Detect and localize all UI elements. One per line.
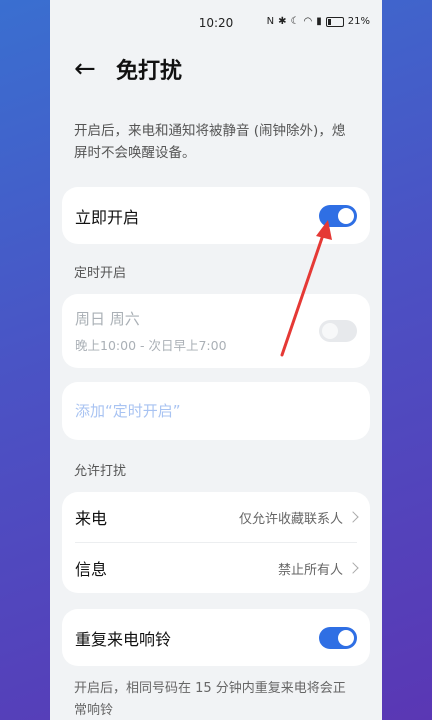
phone-screen: 10:20 N ✱ ☾ ◠ ▮ 21% ← 免打扰 开启后，来电和通知将被静音 … [50,0,382,720]
schedule-time: 晚上10:00 - 次日早上7:00 [75,338,227,353]
messages-value: 禁止所有人 [277,562,343,578]
repeat-toggle[interactable] [319,626,357,649]
bluetooth-icon: ✱ [278,16,287,27]
calls-value-wrap: 仅允许收藏联系人 [238,508,359,527]
back-arrow-icon[interactable]: ← [74,56,114,82]
chevron-right-icon [347,562,359,574]
allow-card: 来电 仅允许收藏联系人 信息 禁止所有人 [62,492,370,593]
calls-row[interactable]: 来电 仅允许收藏联系人 [62,492,370,542]
repeat-note: 开启后，相同号码在 15 分钟内重复来电将会正常响铃 [74,681,346,718]
chevron-right-icon [347,511,359,523]
add-schedule-card: 添加“定时开启” [62,382,370,440]
dnd-description: 开启后，来电和通知将被静音 (闹钟除外)，熄屏时不会唤醒设备。 [74,123,346,161]
nfc-icon: N [266,16,275,27]
allow-section-title: 允许打扰 [74,464,127,479]
immediate-label: 立即开启 [75,207,140,227]
moon-icon: ☾ [290,16,300,27]
schedule-text: 周日 周六 晚上10:00 - 次日早上7:00 [75,308,227,354]
schedule-toggle[interactable] [319,320,357,342]
battery-percent: 21% [347,16,370,27]
battery-icon [325,16,344,27]
schedule-section-title: 定时开启 [74,266,127,281]
repeat-label: 重复来电响铃 [75,629,172,649]
immediate-card: 立即开启 [62,187,370,244]
messages-row[interactable]: 信息 禁止所有人 [62,543,370,593]
status-bar: 10:20 N ✱ ☾ ◠ ▮ 21% [50,0,382,44]
sim-icon: ▮ [316,16,322,27]
schedule-days: 周日 周六 [75,310,140,328]
status-icons: N ✱ ☾ ◠ ▮ 21% [267,16,370,27]
wifi-icon: ◠ [303,16,313,27]
schedule-card: 周日 周六 晚上10:00 - 次日早上7:00 [62,294,370,368]
calls-label: 来电 [75,509,108,528]
immediate-row[interactable]: 立即开启 [62,187,370,244]
calls-value: 仅允许收藏联系人 [238,511,343,527]
add-schedule-button[interactable]: 添加“定时开启” [62,382,370,440]
messages-value-wrap: 禁止所有人 [277,559,359,578]
repeat-card: 重复来电响铃 [62,609,370,666]
messages-label: 信息 [75,560,108,579]
repeat-row[interactable]: 重复来电响铃 [62,609,370,666]
page-title: 免打扰 [116,59,183,84]
header: ← 免打扰 [50,44,382,94]
immediate-toggle[interactable] [319,204,357,227]
schedule-row[interactable]: 周日 周六 晚上10:00 - 次日早上7:00 [62,294,370,368]
